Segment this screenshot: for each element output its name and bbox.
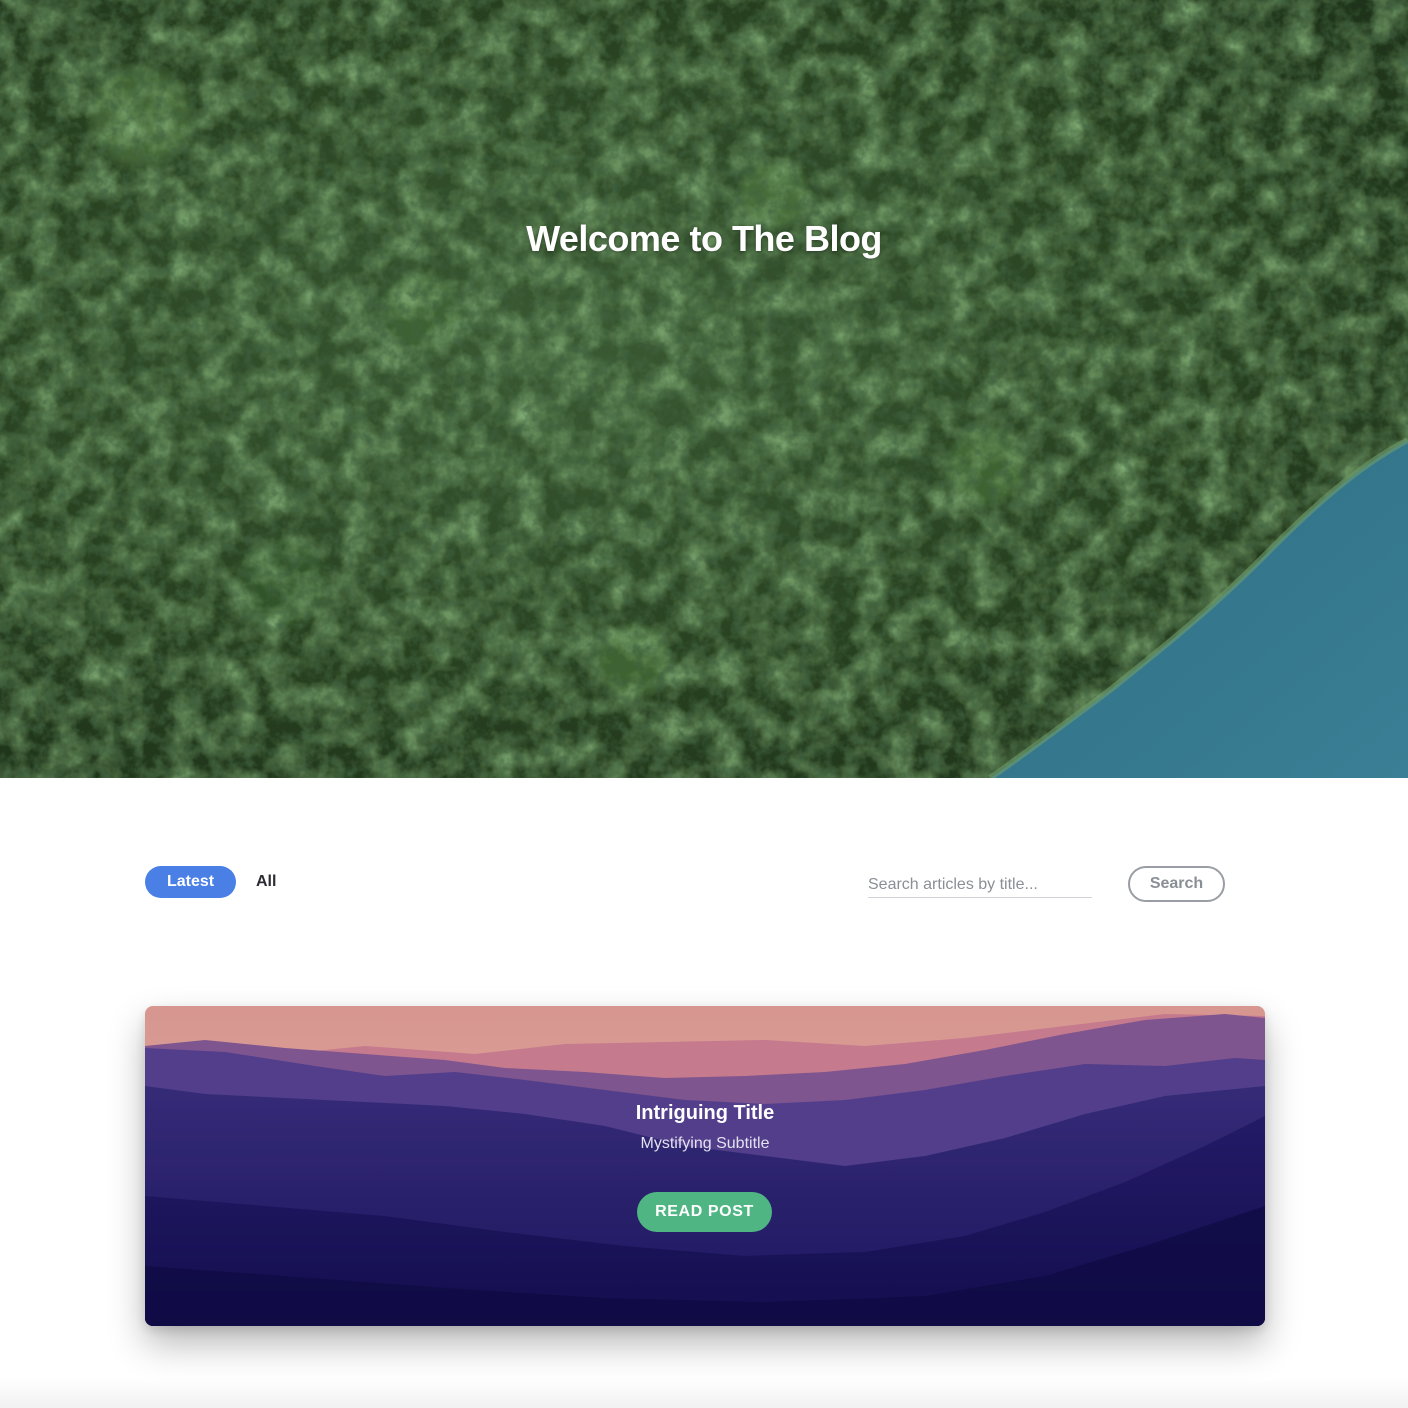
page-bottom-edge <box>0 1378 1408 1408</box>
post-subtitle: Mystifying Subtitle <box>640 1135 770 1152</box>
filter-bar: Latest All Search <box>145 866 1225 902</box>
tab-all[interactable]: All <box>256 866 276 898</box>
search-button[interactable]: Search <box>1128 866 1225 902</box>
hero-section: Welcome to The Blog <box>0 0 1408 778</box>
post-title: Intriguing Title <box>635 1102 775 1124</box>
tab-latest[interactable]: Latest <box>145 866 236 898</box>
read-post-button[interactable]: READ POST <box>637 1192 772 1232</box>
search-input[interactable] <box>868 872 1092 898</box>
post-cover-image <box>145 1006 1265 1326</box>
post-card[interactable]: Intriguing Title Mystifying Subtitle REA… <box>145 1006 1265 1326</box>
hero-background-image <box>0 0 1408 778</box>
hero-title: Welcome to The Blog <box>526 218 882 259</box>
